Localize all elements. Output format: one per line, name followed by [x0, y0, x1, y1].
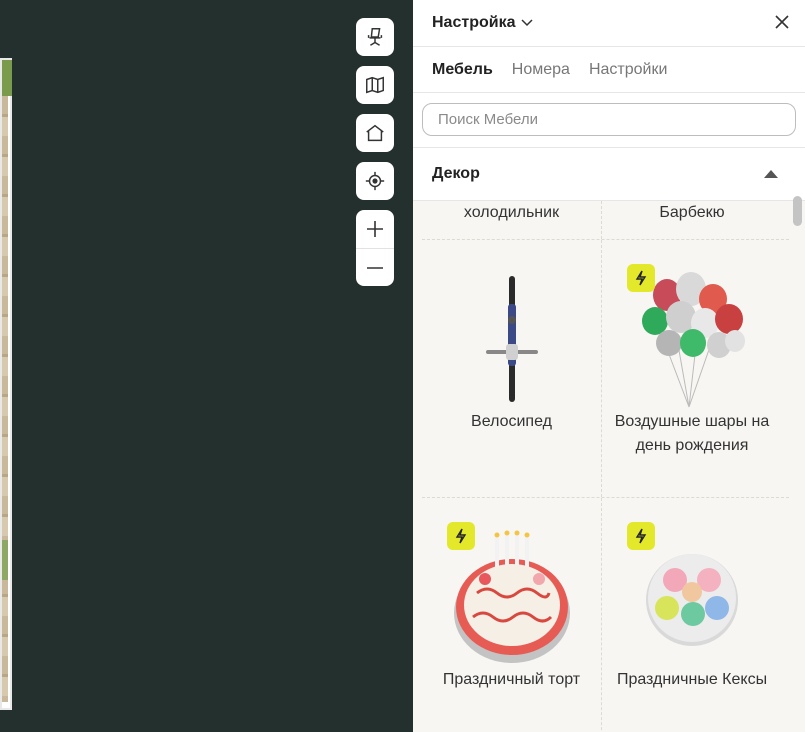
tab-settings[interactable]: Настройки	[589, 61, 667, 79]
item-barbecue[interactable]: Барбекю	[602, 201, 782, 239]
floor-plan-canvas[interactable]	[0, 0, 413, 732]
item-balloons[interactable]: Воздушные шары на день рождения	[602, 240, 782, 497]
zoom-in-icon	[367, 221, 383, 237]
search-input[interactable]	[422, 103, 796, 136]
chevron-down-icon[interactable]	[521, 19, 534, 27]
item-label: Праздничные Кексы	[616, 671, 768, 688]
lightning-badge-icon	[627, 522, 655, 550]
panel-header: Настройка	[413, 0, 805, 47]
panel-title[interactable]: Настройка	[432, 14, 515, 32]
item-fridge[interactable]: холодильник	[422, 201, 602, 239]
item-birthday-cake[interactable]: Праздничный торт	[422, 498, 602, 732]
home-button[interactable]	[356, 114, 394, 152]
panel-tabs: Мебель Номера Настройки	[413, 47, 805, 93]
item-label: Барбекю	[659, 204, 725, 221]
item-label: Праздничный торт	[442, 671, 581, 688]
zoom-in-button[interactable]	[356, 210, 394, 248]
home-icon	[366, 124, 384, 142]
zoom-out-button[interactable]	[356, 248, 394, 286]
office-chair-icon	[367, 28, 383, 46]
map-toolbar	[356, 18, 394, 286]
search-container	[413, 93, 805, 148]
item-bicycle[interactable]: Велосипед	[422, 240, 602, 497]
settings-panel: Настройка Мебель Номера Настройки Декор …	[413, 0, 805, 732]
tab-furniture[interactable]: Мебель	[432, 61, 493, 79]
locate-icon	[365, 171, 385, 191]
locate-button[interactable]	[356, 162, 394, 200]
office-chair-button[interactable]	[356, 18, 394, 56]
scrollbar-thumb[interactable]	[793, 196, 802, 226]
section-title: Декор	[432, 165, 480, 182]
floor-plan-edge	[0, 58, 12, 710]
item-label: Велосипед	[471, 413, 552, 430]
map-icon	[366, 76, 384, 94]
zoom-controls	[356, 210, 394, 286]
item-label: холодильник	[463, 204, 560, 221]
close-icon[interactable]	[773, 13, 791, 31]
item-label: Воздушные шары на день рождения	[614, 413, 770, 454]
lightning-badge-icon	[627, 264, 655, 292]
section-header-decor[interactable]: Декор	[413, 148, 805, 201]
map-button[interactable]	[356, 66, 394, 104]
caret-up-icon[interactable]	[764, 170, 778, 178]
bicycle-thumbnail	[422, 264, 601, 414]
zoom-out-icon	[367, 266, 383, 269]
furniture-grid[interactable]: холодильник Барбекю Велосипед Воздушные …	[413, 201, 805, 732]
tab-rooms[interactable]: Номера	[512, 61, 570, 79]
item-cupcakes[interactable]: Праздничные Кексы	[602, 498, 782, 732]
lightning-badge-icon	[447, 522, 475, 550]
